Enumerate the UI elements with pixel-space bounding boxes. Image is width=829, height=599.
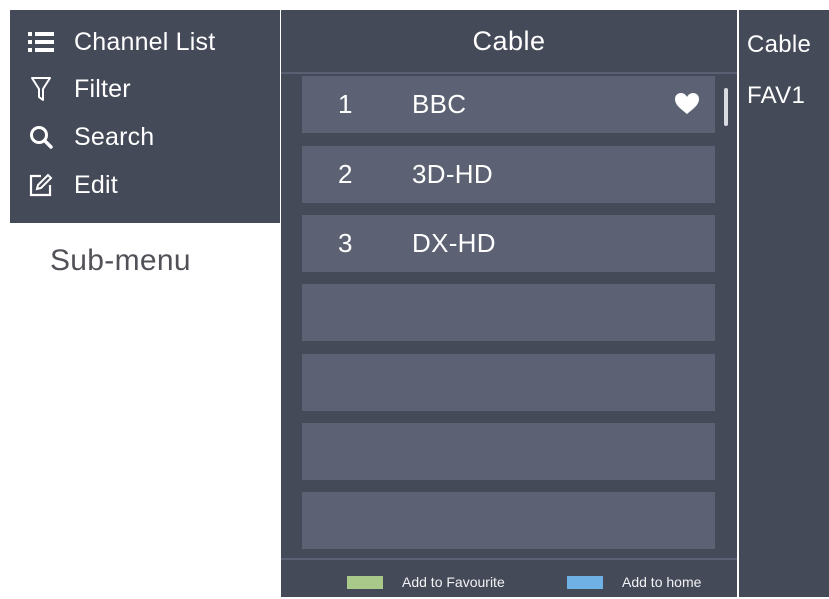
channel-row-empty[interactable] xyxy=(302,492,715,549)
group-item-fav1[interactable]: FAV1 xyxy=(747,82,805,110)
menu-label-filter: Filter xyxy=(74,74,131,103)
green-key-icon xyxy=(347,575,383,589)
menu-label-edit: Edit xyxy=(74,170,118,199)
heart-icon xyxy=(673,90,701,118)
edit-icon xyxy=(26,170,56,200)
menu-label-search: Search xyxy=(74,122,155,151)
add-to-home-label: Add to home xyxy=(622,574,702,590)
channel-name: BBC xyxy=(412,89,467,119)
channel-list-footer: Add to Favourite Add to home xyxy=(281,558,737,599)
menu-label-channel-list: Channel List xyxy=(74,27,216,56)
menu-item-search[interactable]: Search xyxy=(26,117,276,157)
channel-row-empty[interactable] xyxy=(302,423,715,480)
add-to-home-hint[interactable]: Add to home xyxy=(567,572,701,592)
channel-number: 1 xyxy=(338,89,353,119)
menu-item-filter[interactable]: Filter xyxy=(26,69,276,109)
channel-row[interactable]: 3 DX-HD xyxy=(302,215,715,272)
search-icon xyxy=(26,122,56,152)
channel-name: 3D-HD xyxy=(412,159,493,189)
menu-item-channel-list[interactable]: Channel List xyxy=(26,22,276,62)
submenu-caption: Sub-menu xyxy=(50,244,191,277)
channel-name: DX-HD xyxy=(412,228,496,258)
channel-number: 3 xyxy=(338,228,353,258)
menu-item-edit[interactable]: Edit xyxy=(26,165,276,205)
channel-row[interactable]: 2 3D-HD xyxy=(302,146,715,203)
channel-row-empty[interactable] xyxy=(302,354,715,411)
channel-row-empty[interactable] xyxy=(302,284,715,341)
filter-icon xyxy=(26,74,56,104)
channel-row[interactable]: 1 BBC xyxy=(302,76,715,133)
submenu-panel: Channel List Filter Search Edit xyxy=(10,10,280,223)
blue-key-icon xyxy=(567,575,603,589)
scrollbar[interactable] xyxy=(724,88,728,126)
add-to-favourite-hint[interactable]: Add to Favourite xyxy=(347,572,505,592)
channel-list-title: Cable xyxy=(281,10,737,74)
channel-group-panel: Cable FAV1 xyxy=(739,10,829,597)
channel-list-panel: Cable 1 BBC 2 3D-HD 3 DX-HD Add to Favou… xyxy=(281,10,737,597)
group-item-cable[interactable]: Cable xyxy=(747,31,811,59)
add-to-favourite-label: Add to Favourite xyxy=(402,574,505,590)
channel-number: 2 xyxy=(338,159,353,189)
list-icon xyxy=(26,27,56,57)
